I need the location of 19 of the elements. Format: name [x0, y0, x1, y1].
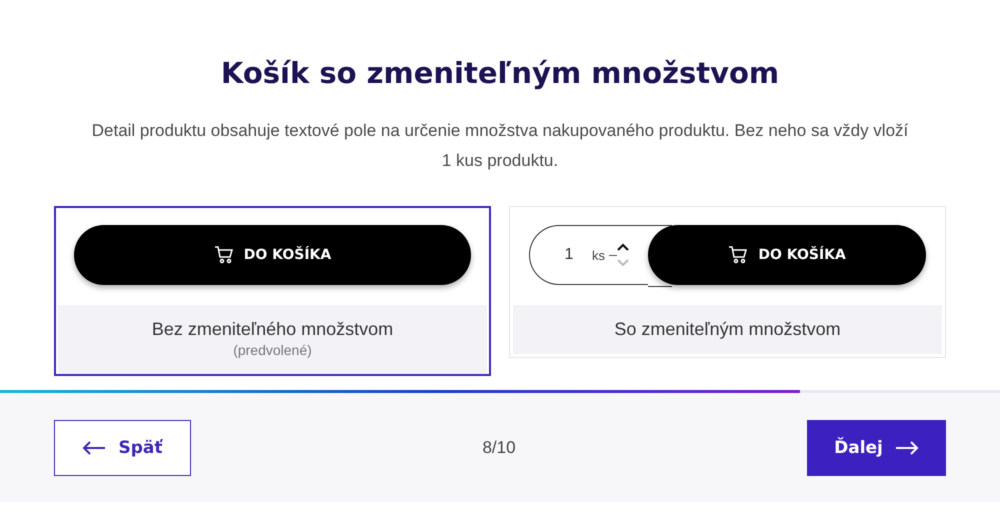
arrow-left-icon — [82, 440, 106, 454]
page-title: Košík so zmeniteľným množstvom — [220, 56, 780, 90]
option-card[interactable]: DO KOŠÍKA Bez zmeniteľného množstvom (predvolené) — [54, 206, 491, 376]
quantity-input[interactable]: 1 — [552, 246, 586, 264]
add-to-cart-button[interactable]: DO KOŠÍKA — [648, 225, 926, 285]
add-to-cart-button[interactable]: DO KOŠÍKA — [74, 225, 471, 285]
option-label: Bez zmeniteľného množstvom — [150, 319, 394, 340]
cart-icon — [214, 246, 234, 264]
arrow-right-icon — [894, 440, 919, 454]
option-card[interactable]: 1 ks DO KOŠÍKA So zmeniteľným množstvom — [509, 206, 946, 358]
next-button[interactable]: Ďalej — [807, 420, 946, 476]
description: Detail produktu obsahuje textové pole na určenie množstva nakupovaného produktu. Bez neho sa vždy vloží 1 kus produktu. — [90, 120, 910, 172]
step-counter: 8/10 — [482, 438, 516, 458]
option-note: (predvolené) — [232, 342, 313, 358]
unit-label: ks — [592, 248, 605, 262]
cart-icon — [728, 246, 748, 264]
increase-icon[interactable] — [617, 243, 629, 251]
back-button[interactable]: Späť — [54, 420, 191, 476]
option-label: So zmeniteľným množstvom — [613, 319, 842, 340]
